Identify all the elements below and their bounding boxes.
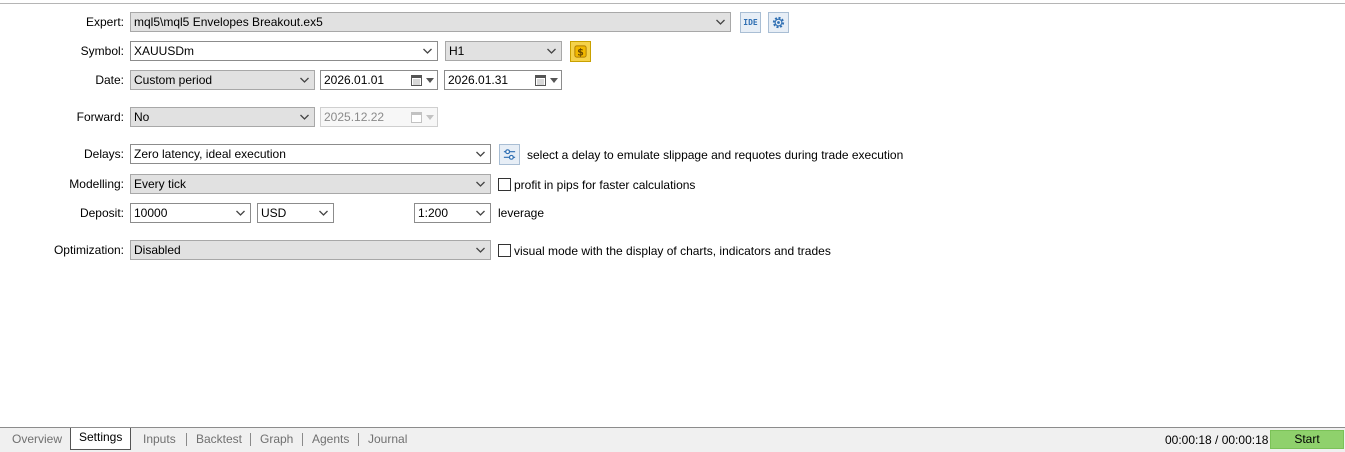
deposit-amount-value: 10000: [134, 206, 168, 220]
date-label: Date:: [95, 73, 124, 87]
bottom-tab-bar: Overview Settings Inputs Backtest Graph …: [0, 427, 1345, 452]
symbol-value: XAUUSDm: [134, 44, 195, 58]
chevron-down-icon: [476, 151, 485, 157]
forward-select[interactable]: No: [130, 107, 315, 127]
expert-value: mql5\mql5 Envelopes Breakout.ex5: [134, 15, 323, 29]
tab-separator: [302, 433, 303, 446]
strategy-tester-settings-panel: Expert: mql5\mql5 Envelopes Breakout.ex5…: [0, 0, 1345, 452]
delays-value: Zero latency, ideal execution: [134, 147, 286, 161]
tab-settings[interactable]: Settings: [70, 428, 132, 450]
ide-button[interactable]: IDE: [740, 12, 761, 33]
date-to-dropdown-arrow: [550, 78, 558, 83]
top-divider: [0, 3, 1345, 4]
calendar-icon: [411, 112, 422, 123]
currency-select[interactable]: USD: [257, 203, 334, 223]
chevron-down-icon: [476, 181, 485, 187]
chevron-down-icon: [716, 19, 725, 25]
leverage-select[interactable]: 1:200: [414, 203, 491, 223]
tab-backtest[interactable]: Backtest: [196, 430, 242, 449]
date-from-picker[interactable]: 2026.01.01: [320, 70, 438, 90]
forward-date-picker: 2025.12.22: [320, 107, 438, 127]
date-to-value: 2026.01.31: [448, 73, 509, 87]
modelling-value: Every tick: [134, 177, 187, 191]
tab-overview[interactable]: Overview: [12, 430, 62, 449]
chevron-down-icon: [236, 210, 245, 216]
timeframe-value: H1: [449, 44, 465, 58]
forward-label: Forward:: [76, 110, 124, 124]
dollar-coin-icon: $: [574, 45, 587, 58]
modelling-label: Modelling:: [69, 177, 124, 191]
delay-settings-button[interactable]: [499, 144, 520, 165]
optimization-select[interactable]: Disabled: [130, 240, 491, 260]
delays-label: Delays:: [83, 147, 124, 161]
tab-separator: [358, 433, 359, 446]
date-from-dropdown-arrow: [426, 78, 434, 83]
forward-date-dropdown-arrow: [426, 115, 434, 120]
forward-date-value: 2025.12.22: [324, 110, 385, 124]
expert-label: Expert:: [85, 15, 124, 29]
profit-in-pips-label: profit in pips for faster calculations: [514, 178, 696, 192]
sliders-icon: [503, 149, 516, 160]
date-mode-value: Custom period: [134, 73, 213, 87]
visual-mode-checkbox[interactable]: [498, 244, 511, 257]
timeframe-select[interactable]: H1: [445, 41, 562, 61]
currency-value: USD: [261, 206, 287, 220]
chevron-down-icon: [547, 48, 556, 54]
chevron-down-icon: [300, 114, 309, 120]
chevron-down-icon: [319, 210, 328, 216]
profit-in-pips-checkbox[interactable]: [498, 178, 511, 191]
optimization-label: Optimization:: [53, 243, 124, 257]
tab-journal[interactable]: Journal: [368, 430, 407, 449]
modelling-select[interactable]: Every tick: [130, 174, 491, 194]
tab-inputs[interactable]: Inputs: [143, 430, 176, 449]
symbol-select[interactable]: XAUUSDm: [130, 41, 438, 61]
chevron-down-icon: [476, 210, 485, 216]
svg-text:$: $: [577, 47, 584, 58]
deposit-label: Deposit:: [79, 206, 124, 220]
leverage-label: leverage: [498, 206, 545, 220]
symbol-properties-button[interactable]: $: [570, 41, 591, 62]
delays-hint: select a delay to emulate slippage and r…: [527, 148, 904, 162]
chevron-down-icon: [423, 48, 432, 54]
gear-icon: [772, 16, 785, 29]
tab-separator: [250, 433, 251, 446]
date-from-value: 2026.01.01: [324, 73, 385, 87]
calendar-icon: [411, 75, 422, 86]
tab-bar-divider: [0, 427, 1345, 428]
tab-graph[interactable]: Graph: [260, 430, 293, 449]
forward-value: No: [134, 110, 150, 124]
delays-select[interactable]: Zero latency, ideal execution: [130, 144, 491, 164]
expert-settings-button[interactable]: [768, 12, 789, 33]
ide-icon: IDE: [743, 18, 758, 27]
start-button[interactable]: Start: [1270, 430, 1344, 449]
visual-mode-label: visual mode with the display of charts, …: [514, 244, 831, 258]
elapsed-timer: 00:00:18 / 00:00:18: [1165, 433, 1269, 447]
calendar-icon: [535, 75, 546, 86]
tab-separator: [186, 433, 187, 446]
leverage-value: 1:200: [418, 206, 449, 220]
deposit-amount-select[interactable]: 10000: [130, 203, 251, 223]
symbol-label: Symbol:: [80, 44, 124, 58]
expert-select[interactable]: mql5\mql5 Envelopes Breakout.ex5: [130, 12, 731, 32]
chevron-down-icon: [476, 247, 485, 253]
optimization-value: Disabled: [134, 243, 181, 257]
date-mode-select[interactable]: Custom period: [130, 70, 315, 90]
tab-agents[interactable]: Agents: [312, 430, 349, 449]
chevron-down-icon: [300, 77, 309, 83]
date-to-picker[interactable]: 2026.01.31: [444, 70, 562, 90]
